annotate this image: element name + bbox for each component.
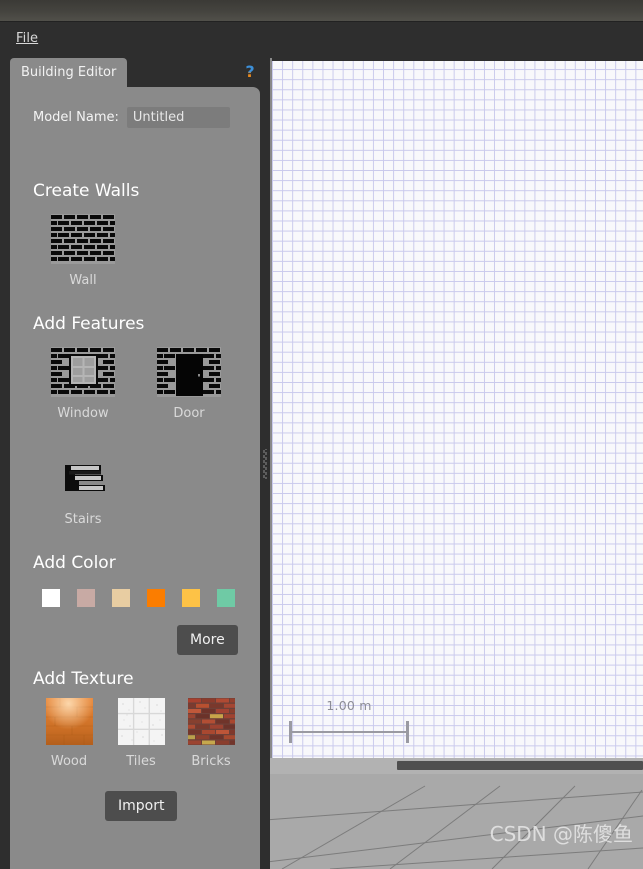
more-colors-button[interactable]: More xyxy=(177,625,238,655)
palette-item-window-label: Window xyxy=(57,406,109,421)
palette-item-door-label: Door xyxy=(173,406,205,421)
color-swatch-mint[interactable] xyxy=(217,589,235,607)
color-swatch-tan[interactable] xyxy=(112,589,130,607)
color-swatch-orange[interactable] xyxy=(147,589,165,607)
model-name-input[interactable] xyxy=(126,107,230,128)
wood-texture-icon xyxy=(45,698,93,745)
viewport-horizontal-scrollbar[interactable] xyxy=(270,758,643,774)
scale-bar-cap-right xyxy=(406,721,409,743)
palette-item-window[interactable]: Window xyxy=(40,347,126,421)
palette-item-stairs[interactable]: Stairs xyxy=(40,453,126,527)
help-icon[interactable]: ? xyxy=(242,62,258,82)
3d-ground-plane[interactable] xyxy=(270,774,643,869)
section-title-add-color: Add Color xyxy=(33,553,116,573)
color-swatch-white[interactable] xyxy=(42,589,60,607)
section-title-add-texture: Add Texture xyxy=(33,669,134,689)
color-swatch-list xyxy=(42,589,235,607)
building-editor-panel: Model Name: Create Walls xyxy=(10,87,260,869)
model-name-label: Model Name: xyxy=(33,110,119,125)
tab-building-editor[interactable]: Building Editor xyxy=(10,58,128,87)
color-swatch-dusty-rose[interactable] xyxy=(77,589,95,607)
palette-item-bricks[interactable]: Bricks xyxy=(168,698,254,769)
palette-item-door[interactable]: Door xyxy=(146,347,232,421)
blueprint-grid[interactable] xyxy=(270,58,643,758)
left-dock: Building Editor ? Model Name: Create Wal… xyxy=(0,58,268,869)
scale-bar-graphic xyxy=(289,721,409,743)
viewport-top-edge xyxy=(270,58,643,61)
editor-viewport[interactable]: 1.00 m CSDN @陈傻鱼 xyxy=(270,58,643,869)
scale-bar: 1.00 m xyxy=(289,698,409,743)
menu-item-file[interactable]: File xyxy=(12,29,42,48)
dock-tabstrip: Building Editor ? xyxy=(0,58,268,87)
palette-item-bricks-label: Bricks xyxy=(191,754,231,769)
brick-wall-icon xyxy=(51,214,115,264)
tiles-texture-icon xyxy=(117,698,165,745)
palette-item-wall[interactable]: Wall xyxy=(40,214,126,288)
palette-item-wall-label: Wall xyxy=(69,273,97,288)
stairs-icon xyxy=(51,453,115,503)
app-window: File Building Editor ? Model Name: Creat… xyxy=(0,0,643,869)
palette-item-stairs-label: Stairs xyxy=(64,512,102,527)
ground-grid-lines xyxy=(270,774,643,869)
bricks-texture-icon xyxy=(187,698,235,745)
model-name-row: Model Name: xyxy=(10,107,260,128)
scale-bar-label: 1.00 m xyxy=(326,698,372,713)
window-titlebar xyxy=(0,0,643,22)
scale-bar-cap-left xyxy=(289,721,292,743)
splitter-grip-icon xyxy=(263,448,267,479)
panel-splitter[interactable] xyxy=(260,58,270,869)
scrollbar-thumb[interactable] xyxy=(397,761,643,770)
import-texture-button[interactable]: Import xyxy=(105,791,178,821)
menubar: File xyxy=(0,22,643,58)
section-title-add-features: Add Features xyxy=(33,314,145,334)
door-icon xyxy=(157,347,221,397)
menu-item-file-label: File xyxy=(16,31,39,46)
viewport-left-edge xyxy=(270,58,272,758)
window-icon xyxy=(51,347,115,397)
tab-building-editor-label: Building Editor xyxy=(21,65,117,80)
section-title-create-walls: Create Walls xyxy=(33,181,140,201)
color-swatch-amber[interactable] xyxy=(182,589,200,607)
